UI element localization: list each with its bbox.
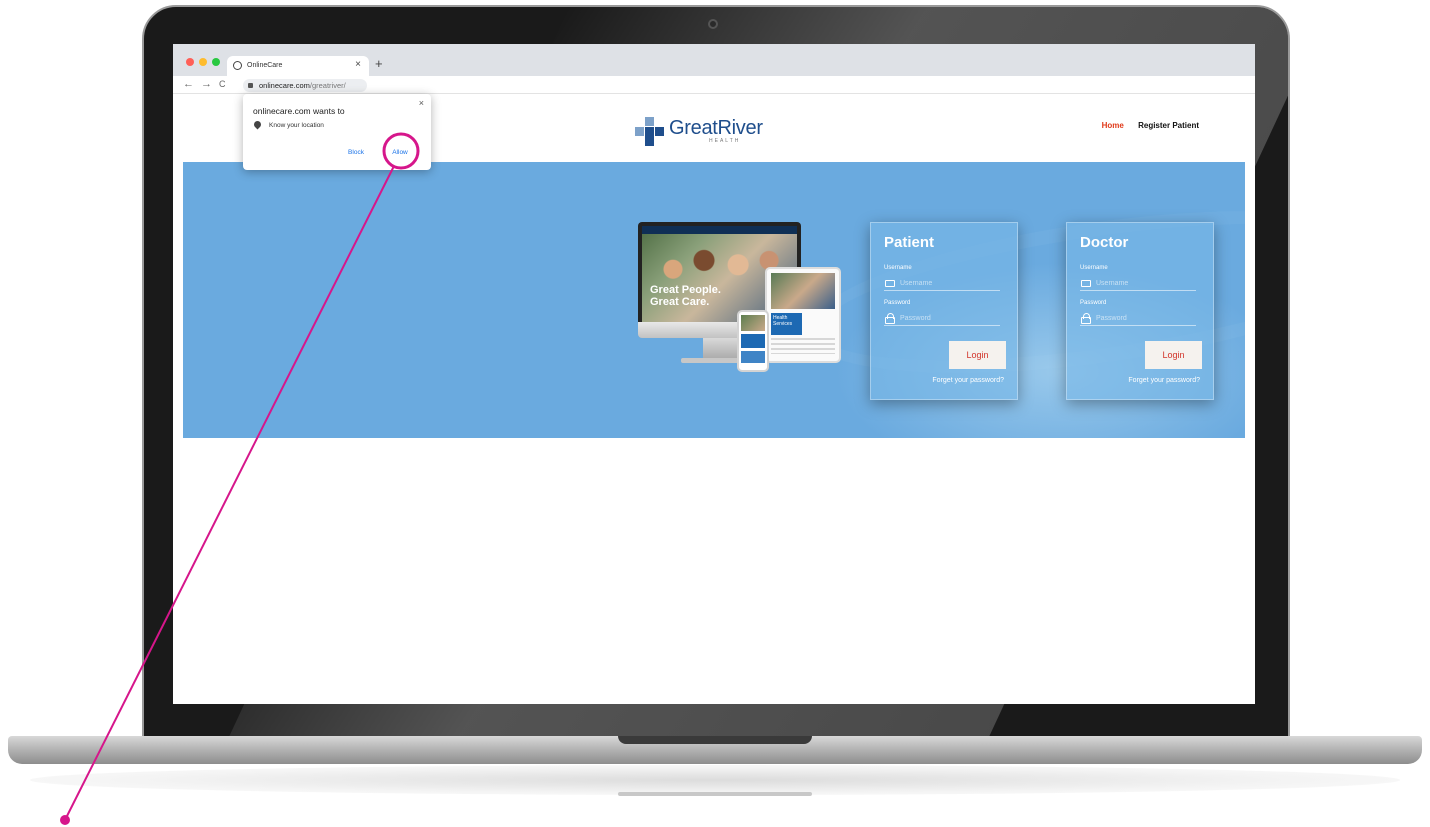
patient-username-placeholder: Username (900, 280, 933, 287)
popup-title: onlinecare.com wants to (253, 106, 345, 116)
doctor-password-label: Password (1080, 300, 1107, 306)
tab-bar: OnlineCare × + (173, 44, 1255, 76)
logo-subtitle: HEALTH (709, 138, 741, 144)
callout-dot (60, 815, 70, 825)
doctor-password-input[interactable]: Password (1080, 312, 1196, 326)
padlock-icon (885, 313, 895, 324)
popup-permission-text: Know your location (269, 122, 324, 129)
globe-icon (233, 61, 242, 70)
patient-password-input[interactable]: Password (884, 312, 1000, 326)
mockup-headline-1: Great People. (650, 284, 721, 296)
reload-icon[interactable]: C (219, 79, 226, 89)
envelope-icon (885, 280, 895, 287)
patient-card-title: Patient (884, 234, 935, 251)
laptop-notch (618, 736, 812, 744)
url-path: /greatriver/ (309, 81, 346, 90)
mockup-headline-2: Great Care. (650, 296, 710, 308)
patient-username-label: Username (884, 265, 912, 271)
block-button[interactable]: Block (339, 144, 373, 160)
great-river-logo[interactable]: GreatRiver HEALTH (635, 117, 815, 149)
allow-button[interactable]: Allow (386, 144, 414, 160)
phone-mockup-image (737, 310, 769, 372)
doctor-login-button[interactable]: Login (1145, 341, 1202, 369)
location-pin-icon (252, 119, 263, 130)
new-tab-button[interactable]: + (375, 56, 383, 71)
cross-logo-icon (635, 117, 665, 147)
window-minimize-button[interactable] (199, 58, 207, 66)
main-nav: Home Register Patient (1090, 121, 1199, 130)
doctor-forgot-password-link[interactable]: Forget your password? (1128, 377, 1200, 384)
nav-home-link[interactable]: Home (1102, 121, 1124, 130)
camera-icon (708, 19, 718, 29)
popup-close-icon[interactable]: × (419, 98, 424, 108)
padlock-icon (1081, 313, 1091, 324)
monitor-stand (703, 338, 739, 360)
back-arrow-icon[interactable]: ← (183, 78, 194, 90)
url-host: onlinecare.com (259, 81, 310, 90)
window-maximize-button[interactable] (212, 58, 220, 66)
tablet-mockup-text: Health Services (773, 315, 793, 327)
nav-register-patient-link[interactable]: Register Patient (1138, 121, 1199, 130)
address-bar: ← → C onlinecare.com/greatriver/ (173, 76, 1255, 94)
forward-arrow-icon[interactable]: → (201, 78, 212, 90)
hero-banner: Great People. Great Care. Health Service… (183, 162, 1245, 438)
laptop-foot (618, 792, 812, 796)
window-close-button[interactable] (186, 58, 194, 66)
patient-password-placeholder: Password (900, 315, 931, 322)
patient-password-label: Password (884, 300, 911, 306)
tab-close-icon[interactable]: × (355, 59, 361, 70)
lock-icon (248, 83, 253, 88)
url-field[interactable]: onlinecare.com/greatriver/ (243, 79, 367, 92)
doctor-login-card: Doctor Username Username Password Passwo… (1066, 222, 1214, 400)
doctor-username-label: Username (1080, 265, 1108, 271)
logo-name: GreatRiver (669, 117, 763, 139)
patient-login-button[interactable]: Login (949, 341, 1006, 369)
location-permission-popup: onlinecare.com wants to × Know your loca… (243, 94, 431, 170)
patient-username-input[interactable]: Username (884, 277, 1000, 291)
browser-tab[interactable]: OnlineCare × (227, 56, 369, 76)
browser-window: OnlineCare × + ← → C onlinecare.com/grea… (173, 44, 1255, 704)
doctor-username-input[interactable]: Username (1080, 277, 1196, 291)
doctor-username-placeholder: Username (1096, 280, 1129, 287)
doctor-password-placeholder: Password (1096, 315, 1127, 322)
doctor-card-title: Doctor (1080, 234, 1129, 251)
laptop-shadow (30, 765, 1400, 795)
envelope-icon (1081, 280, 1091, 287)
patient-login-card: Patient Username Username Password Passw… (870, 222, 1018, 400)
tablet-mockup-image: Health Services (765, 267, 841, 363)
tab-title: OnlineCare (247, 62, 283, 69)
patient-forgot-password-link[interactable]: Forget your password? (932, 377, 1004, 384)
